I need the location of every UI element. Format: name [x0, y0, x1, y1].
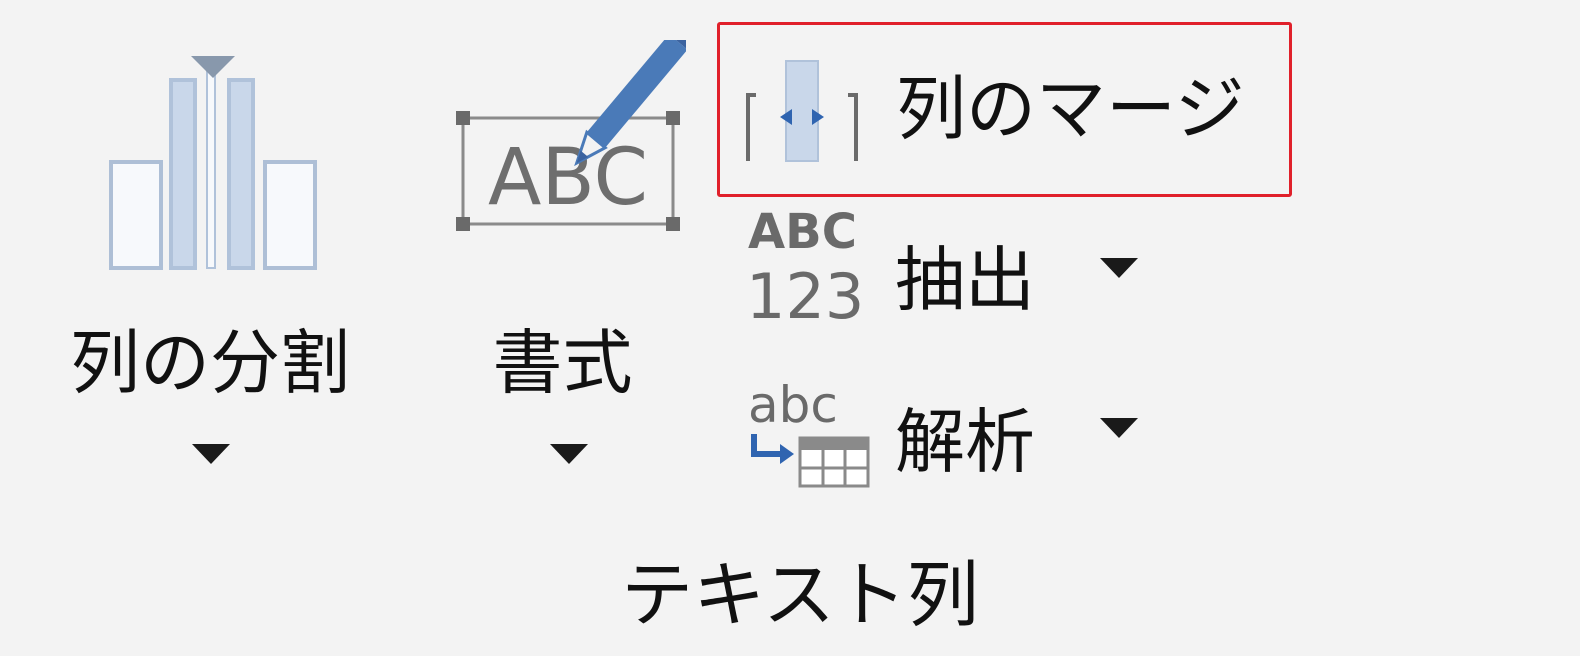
format-label: 書式 [492, 322, 633, 404]
chevron-down-icon [1100, 258, 1138, 278]
chevron-down-icon [192, 444, 230, 464]
format-abc-text: ABC [488, 133, 648, 223]
merge-columns-icon [746, 60, 858, 162]
parse-label: 解析 [895, 401, 1035, 483]
extract-icon-text-top: ABC [748, 204, 857, 260]
format-abc-icon: ABC [456, 40, 686, 231]
format-button[interactable]: ABC 書式 [440, 40, 695, 480]
group-label: テキスト列 [621, 553, 979, 637]
extract-icon-text-bottom: 123 [746, 260, 864, 330]
split-column-label: 列の分割 [70, 322, 350, 404]
ribbon-group-text-column: 列の分割 ABC 書式 列のマージ ABC 123 抽出 abc 解析 テキスト… [0, 0, 1580, 656]
parse-button[interactable]: abc 解析 [730, 360, 1150, 500]
merge-columns-label: 列のマージ [896, 68, 1245, 150]
parse-icon-text: abc [748, 376, 838, 434]
chevron-down-icon [1100, 418, 1138, 438]
extract-button[interactable]: ABC 123 抽出 [730, 200, 1150, 345]
extract-label: 抽出 [895, 239, 1035, 321]
chevron-down-icon [550, 444, 588, 464]
split-column-icon [109, 56, 317, 270]
parse-abc-icon: abc [748, 376, 870, 488]
merge-columns-button[interactable]: 列のマージ [717, 22, 1292, 197]
extract-abc123-icon: ABC 123 [746, 204, 864, 330]
split-column-button[interactable]: 列の分割 [30, 40, 390, 480]
